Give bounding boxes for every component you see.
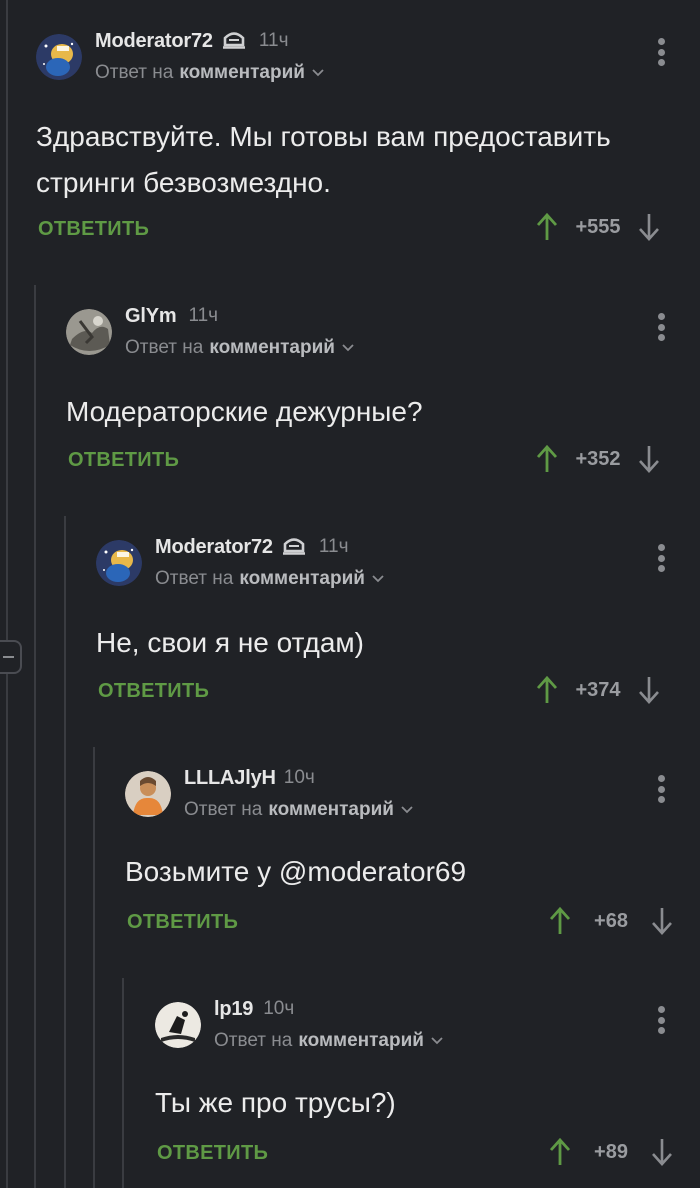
moderator-avatar-icon[interactable] [96, 540, 142, 586]
reply-button[interactable]: ОТВЕТИТЬ [157, 1142, 268, 1165]
upvote-arrow-icon[interactable] [536, 212, 558, 242]
comment-header: LLLAJlyH 10ч [184, 765, 315, 791]
reply-to-target: комментарий [268, 799, 394, 820]
reply-to-link[interactable]: Ответ на комментарий [184, 799, 414, 821]
downvote-arrow-icon[interactable] [638, 212, 660, 242]
username[interactable]: lp19 [214, 998, 253, 1021]
comment-text-line: Здравствуйте. Мы готовы вам предоставить [36, 121, 611, 152]
more-options-icon[interactable] [646, 1004, 676, 1036]
reply-to-link[interactable]: Ответ на комментарий [155, 568, 385, 590]
chevron-down-icon [401, 806, 413, 814]
vote-controls: +555 [536, 212, 660, 242]
reply-button[interactable]: ОТВЕТИТЬ [127, 911, 238, 934]
username[interactable]: GlYm [125, 305, 177, 328]
reply-to-link[interactable]: Ответ на комментарий [95, 62, 325, 84]
comment: GlYm 11ч Ответ на комментарий Модераторск… [66, 303, 700, 493]
reply-to-target: комментарий [209, 337, 335, 358]
comment-score: +89 [594, 1140, 628, 1163]
reply-to-link[interactable]: Ответ на комментарий [125, 337, 355, 359]
more-options-icon[interactable] [646, 542, 676, 574]
more-options-icon[interactable] [646, 36, 676, 68]
comment-time: 10ч [283, 767, 315, 788]
downvote-arrow-icon[interactable] [651, 906, 673, 936]
downvote-arrow-icon[interactable] [638, 675, 660, 705]
comment-score: +68 [594, 909, 628, 932]
reply-to-prefix: Ответ на [125, 337, 204, 358]
reply-to-target: комментарий [298, 1030, 424, 1051]
comment-text: Не, свои я не отдам) [96, 620, 364, 666]
reply-button[interactable]: ОТВЕТИТЬ [68, 449, 179, 472]
user-avatar-icon[interactable] [155, 1002, 201, 1048]
comment-time: 10ч [263, 998, 295, 1019]
reply-to-prefix: Ответ на [155, 568, 234, 589]
comment-text: Здравствуйте. Мы готовы вам предоставить… [36, 114, 611, 206]
comment-header: Moderator72 11ч [95, 28, 288, 54]
thread-line [6, 0, 8, 1188]
comment: Moderator72 11ч Ответ на комментарий Не, … [96, 534, 700, 724]
reply-to-target: комментарий [179, 62, 305, 83]
collapse-thread-button[interactable] [0, 640, 22, 674]
chevron-down-icon [431, 1037, 443, 1045]
chevron-down-icon [372, 575, 384, 583]
comment: LLLAJlyH 10ч Ответ на комментарий Возьмит… [125, 765, 700, 955]
upvote-arrow-icon[interactable] [549, 1137, 571, 1167]
reply-to-link[interactable]: Ответ на комментарий [214, 1030, 444, 1052]
user-avatar-icon[interactable] [125, 771, 171, 817]
moderator-badge-icon [221, 28, 247, 55]
downvote-arrow-icon[interactable] [638, 444, 660, 474]
chevron-down-icon [312, 69, 324, 77]
comment-text-line: Модераторские дежурные? [66, 396, 423, 427]
comment-text-line: Возьмите у @moderator69 [125, 856, 467, 887]
thread-line [93, 747, 95, 1188]
username[interactable]: Moderator72 [155, 536, 273, 559]
reply-to-prefix: Ответ на [214, 1030, 293, 1051]
comment: lp19 10ч Ответ на комментарий Ты же про т… [155, 996, 700, 1186]
comment-score: +352 [575, 447, 621, 470]
minus-icon [3, 656, 14, 658]
comment-header: GlYm 11ч [125, 303, 218, 329]
moderator-badge-icon [281, 534, 307, 561]
thread-line [34, 285, 36, 1188]
reply-button[interactable]: ОТВЕТИТЬ [38, 218, 149, 241]
thread-line [64, 516, 66, 1188]
downvote-arrow-icon[interactable] [651, 1137, 673, 1167]
comment-text-line: Не, свои я не отдам) [96, 627, 364, 658]
reply-to-prefix: Ответ на [184, 799, 263, 820]
reply-to-prefix: Ответ на [95, 62, 174, 83]
moderator-avatar-icon[interactable] [36, 34, 82, 80]
chevron-down-icon [342, 344, 354, 352]
user-avatar-icon[interactable] [66, 309, 112, 355]
vote-controls: +374 [536, 675, 660, 705]
upvote-arrow-icon[interactable] [536, 675, 558, 705]
reply-to-target: комментарий [239, 568, 365, 589]
vote-controls: +352 [536, 444, 660, 474]
comment-text: Модераторские дежурные? [66, 389, 423, 435]
comment-score: +555 [575, 215, 621, 238]
more-options-icon[interactable] [646, 311, 676, 343]
comment-time: 11ч [318, 536, 349, 557]
username[interactable]: Moderator72 [95, 30, 213, 53]
comment-time: 11ч [188, 305, 219, 326]
more-options-icon[interactable] [646, 773, 676, 805]
comment-header: Moderator72 11ч [155, 534, 348, 560]
upvote-arrow-icon[interactable] [536, 444, 558, 474]
thread-line [122, 978, 124, 1188]
reply-button[interactable]: ОТВЕТИТЬ [98, 680, 209, 703]
comment: Moderator72 11ч Ответ на комментарий Здра… [36, 28, 700, 258]
comment-text-line: стринги безвозмездно. [36, 167, 331, 198]
comment-score: +374 [575, 678, 621, 701]
comment-text-line: Ты же про трусы?) [155, 1087, 396, 1118]
upvote-arrow-icon[interactable] [549, 906, 571, 936]
comment-time: 11ч [258, 30, 289, 51]
comment-text: Ты же про трусы?) [155, 1080, 396, 1126]
comment-text: Возьмите у @moderator69 [125, 849, 466, 895]
username[interactable]: LLLAJlyH [184, 767, 276, 790]
vote-controls: +89 [549, 1137, 673, 1167]
comment-header: lp19 10ч [214, 996, 294, 1022]
vote-controls: +68 [549, 906, 673, 936]
